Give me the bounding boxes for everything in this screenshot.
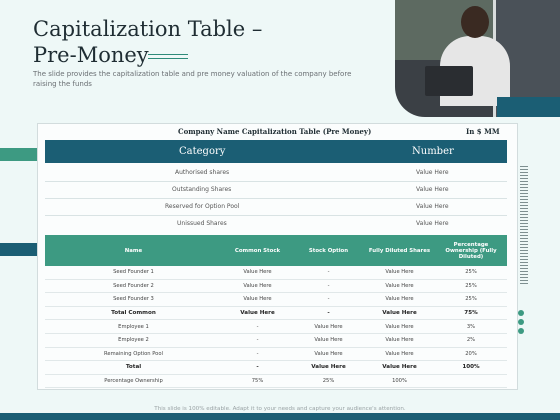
- table-cell: -: [293, 279, 364, 294]
- table-cell: 2%: [435, 333, 507, 348]
- table-cell: Total: [45, 360, 222, 375]
- table-cell: Seed Founder 2: [45, 279, 222, 294]
- decorative-stripes: [520, 166, 528, 286]
- table-cell: Value Here: [293, 360, 364, 375]
- category-value: Value Here: [416, 186, 449, 193]
- table-row: Seed Founder 1 Value Here - Value Here 2…: [45, 266, 507, 280]
- table-unit: In $ MM: [466, 127, 500, 136]
- decorative-dot: [518, 328, 524, 334]
- table-cell: -: [222, 319, 293, 334]
- table-cell: Value Here: [293, 319, 364, 334]
- accent-bar-right: [497, 97, 560, 117]
- title-line-2: Pre-Money: [33, 43, 149, 67]
- decorative-dot: [518, 319, 524, 325]
- table-row: Employee 1 - Value Here Value Here 3%: [45, 319, 507, 334]
- column-header-name: Name: [45, 235, 222, 266]
- table-cell: Value Here: [222, 292, 293, 307]
- category-row: Authorised shares Value Here: [45, 164, 507, 182]
- category-label: Authorised shares: [175, 169, 230, 176]
- category-header-label: Category: [179, 146, 226, 157]
- title-underline-top: [148, 54, 188, 55]
- table-cell: 75%: [435, 306, 507, 321]
- table-cell: -: [222, 347, 293, 362]
- table-cell: 25%: [435, 266, 507, 280]
- category-value: Value Here: [416, 203, 449, 210]
- slide-title: Capitalization Table – Pre-Money: [33, 16, 262, 68]
- table-cell: -: [293, 306, 364, 321]
- table-cell: Percentage Ownership: [45, 374, 222, 389]
- table-cell: Seed Founder 3: [45, 292, 222, 307]
- table-header-row: Name Common Stock Stock Option Fully Dil…: [45, 235, 507, 266]
- table-cell: Value Here: [364, 279, 435, 294]
- table-cell: 100%: [364, 374, 435, 389]
- table-cell: Seed Founder 1: [45, 266, 222, 280]
- table-row: Seed Founder 3 Value Here - Value Here 2…: [45, 292, 507, 307]
- number-header-label: Number: [412, 146, 454, 157]
- category-label: Outstanding Shares: [172, 186, 232, 193]
- table-cell: Value Here: [364, 266, 435, 280]
- category-label: Unissued Shares: [177, 220, 227, 227]
- table-cell: Value Here: [364, 333, 435, 348]
- table-cell: Employee 2: [45, 333, 222, 348]
- footer-bar: [0, 413, 560, 420]
- table-row: Employee 2 - Value Here Value Here 2%: [45, 333, 507, 348]
- category-row: Outstanding Shares Value Here: [45, 181, 507, 199]
- table-row-total: Total - Value Here Value Here 100%: [45, 360, 507, 375]
- table-row-percentage: Percentage Ownership 75% 25% 100%: [45, 374, 507, 389]
- table-cell: -: [222, 333, 293, 348]
- column-header-fully-diluted: Fully Diluted Shares: [364, 235, 435, 266]
- table-heading: Company Name Capitalization Table (Pre M…: [178, 127, 372, 136]
- table-cell: Value Here: [364, 319, 435, 334]
- table-row: Remaining Option Pool - Value Here Value…: [45, 347, 507, 362]
- table-cell: Value Here: [293, 333, 364, 348]
- column-header-ownership: Percentage Ownership (Fully Diluted): [435, 235, 507, 266]
- title-line-1: Capitalization Table –: [33, 17, 263, 41]
- table-cell: 20%: [435, 347, 507, 362]
- decorative-dot: [518, 310, 524, 316]
- table-cell: Value Here: [293, 347, 364, 362]
- category-label: Reserved for Option Pool: [165, 203, 240, 210]
- category-row: Unissued Shares Value Here: [45, 215, 507, 232]
- capitalization-table: Name Common Stock Stock Option Fully Dil…: [45, 235, 507, 389]
- category-header: Category Number: [45, 140, 507, 163]
- table-cell: 75%: [222, 374, 293, 389]
- table-cell: -: [293, 292, 364, 307]
- category-value: Value Here: [416, 169, 449, 176]
- table-cell: Remaining Option Pool: [45, 347, 222, 362]
- table-cell: Value Here: [364, 347, 435, 362]
- column-header-common-stock: Common Stock: [222, 235, 293, 266]
- table-cell: -: [222, 360, 293, 375]
- title-underline-bottom: [148, 58, 188, 59]
- table-cell: Value Here: [222, 306, 293, 321]
- table-row-total-common: Total Common Value Here - Value Here 75%: [45, 306, 507, 321]
- table-cell: Value Here: [364, 306, 435, 321]
- category-value: Value Here: [416, 220, 449, 227]
- slide-subtitle: The slide provides the capitalization ta…: [33, 70, 352, 88]
- table-cell: 25%: [435, 279, 507, 294]
- column-header-stock-option: Stock Option: [293, 235, 364, 266]
- table-cell: Employee 1: [45, 319, 222, 334]
- table-cell: Value Here: [364, 292, 435, 307]
- table-cell: 3%: [435, 319, 507, 334]
- table-cell: Value Here: [364, 360, 435, 375]
- slide-footer: This slide is 100% editable. Adapt it to…: [154, 406, 406, 412]
- table-cell: Value Here: [222, 279, 293, 294]
- table-row: Seed Founder 2 Value Here - Value Here 2…: [45, 279, 507, 294]
- table-cell: 100%: [435, 360, 507, 375]
- category-row: Reserved for Option Pool Value Here: [45, 198, 507, 216]
- table-cell: Value Here: [222, 266, 293, 280]
- table-cell: -: [293, 266, 364, 280]
- table-cell: 25%: [293, 374, 364, 389]
- table-cell: Total Common: [45, 306, 222, 321]
- table-cell: 25%: [435, 292, 507, 307]
- table-cell: [435, 374, 507, 389]
